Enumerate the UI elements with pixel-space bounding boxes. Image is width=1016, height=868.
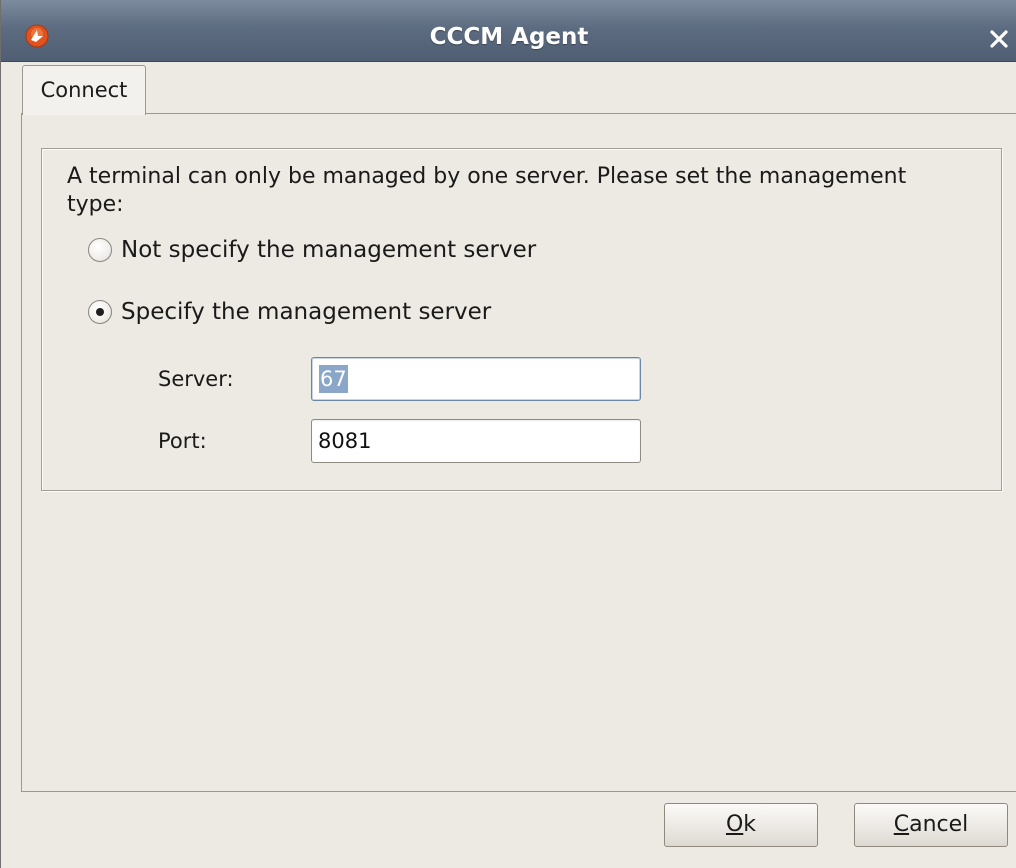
radio-button[interactable] (88, 300, 112, 324)
radio-specify-server[interactable]: Specify the management server (88, 295, 568, 329)
server-input[interactable] (311, 357, 641, 401)
ok-mnemonic: O (725, 812, 744, 837)
management-description: A terminal can only be managed by one se… (67, 164, 907, 217)
radio-not-specify-server[interactable]: Not specify the management server (88, 233, 608, 267)
cancel-label-rest: ancel (909, 812, 969, 837)
port-label: Port: (158, 429, 207, 453)
tab-connect[interactable]: Connect (22, 65, 146, 115)
server-label: Server: (158, 367, 234, 391)
cancel-mnemonic: C (893, 812, 910, 837)
dialog-window: CCCM Agent Connect A terminal can only b… (0, 0, 1016, 868)
title-bar[interactable]: CCCM Agent (1, 0, 1016, 62)
ok-button[interactable]: Ok (664, 803, 818, 847)
cancel-button[interactable]: Cancel (854, 803, 1008, 847)
close-icon[interactable] (987, 27, 1011, 51)
ok-label-rest: k (743, 812, 757, 837)
connect-tab-panel: A terminal can only be managed by one se… (21, 113, 1016, 792)
window-title: CCCM Agent (429, 24, 589, 50)
radio-selected-dot (96, 308, 104, 316)
tab-connect-label: Connect (40, 78, 128, 102)
radio-button[interactable] (88, 238, 112, 262)
radio-not-specify-label: Not specify the management server (121, 237, 537, 263)
port-input[interactable] (311, 419, 641, 463)
radio-specify-label: Specify the management server (121, 299, 492, 325)
